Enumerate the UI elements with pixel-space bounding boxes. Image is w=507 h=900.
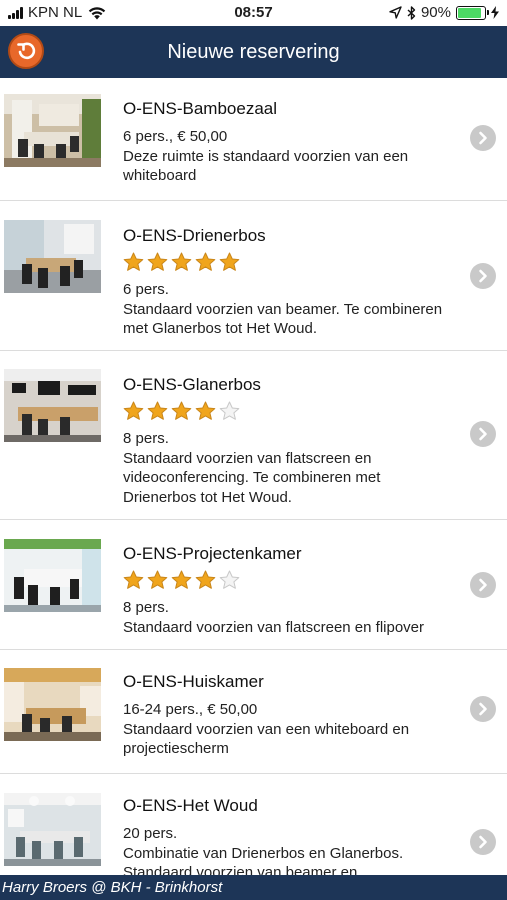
star-filled-icon xyxy=(123,401,144,420)
room-description: Standaard voorzien van beamer. Te combin… xyxy=(123,300,443,338)
room-row-het-woud[interactable]: O-ENS-Het Woud 20 pers. Combinatie van D… xyxy=(0,774,507,875)
star-filled-icon xyxy=(123,252,144,271)
room-description: Standaard voorzien van flatscreen en fli… xyxy=(123,618,425,636)
chevron-right-icon[interactable] xyxy=(470,125,496,151)
room-capacity-price: 20 pers. xyxy=(123,825,178,842)
room-thumbnail xyxy=(4,220,101,293)
room-info: O-ENS-Projectenkamer 8 pers. Standaard v… xyxy=(123,544,455,637)
room-capacity-price: 8 pers. xyxy=(123,599,169,616)
status-bar: KPN NL 08:57 90% xyxy=(0,0,507,26)
room-list[interactable]: O-ENS-Bamboezaal 6 pers., € 50,00 Deze r… xyxy=(0,78,507,875)
room-capacity-price: 6 pers. xyxy=(123,281,169,298)
room-thumbnail xyxy=(4,668,101,741)
star-filled-icon xyxy=(123,570,144,589)
star-filled-icon xyxy=(195,252,216,271)
room-capacity-price: 6 pers., € 50,00 xyxy=(123,128,228,145)
star-filled-icon xyxy=(147,401,168,420)
room-thumbnail xyxy=(4,539,101,612)
room-name: O-ENS-Projectenkamer xyxy=(123,544,302,563)
room-thumbnail xyxy=(4,369,101,442)
room-thumbnail xyxy=(4,793,101,866)
bluetooth-icon xyxy=(407,5,416,20)
room-capacity-price: 16-24 pers., € 50,00 xyxy=(123,701,258,718)
star-filled-icon xyxy=(195,401,216,420)
room-info: O-ENS-Glanerbos 8 pers. Standaard voorzi… xyxy=(123,375,455,507)
footer-user-bar: Harry Broers @ BKH - Brinkhorst xyxy=(0,875,507,900)
chevron-right-icon[interactable] xyxy=(470,696,496,722)
star-filled-icon xyxy=(147,570,168,589)
star-rating xyxy=(123,252,455,272)
navigation-bar: Nieuwe reservering xyxy=(0,26,507,78)
charging-bolt-icon xyxy=(491,6,499,19)
room-name: O-ENS-Glanerbos xyxy=(123,375,261,394)
star-filled-icon xyxy=(171,570,192,589)
star-rating xyxy=(123,570,455,590)
room-description: Combinatie van Drienerbos en Glanerbos. … xyxy=(123,844,404,876)
page-title: Nieuwe reservering xyxy=(167,41,340,63)
room-row-bamboezaal[interactable]: O-ENS-Bamboezaal 6 pers., € 50,00 Deze r… xyxy=(0,78,507,201)
room-row-glanerbos[interactable]: O-ENS-Glanerbos 8 pers. Standaard voorzi… xyxy=(0,351,507,520)
room-description: Deze ruimte is standaard voorzien van ee… xyxy=(123,147,409,185)
room-name: O-ENS-Bamboezaal xyxy=(123,99,278,118)
footer-user-text: Harry Broers @ BKH - Brinkhorst xyxy=(2,879,223,896)
room-info: O-ENS-Bamboezaal 6 pers., € 50,00 Deze r… xyxy=(123,99,455,186)
room-info: O-ENS-Het Woud 20 pers. Combinatie van D… xyxy=(123,796,455,875)
room-name: O-ENS-Drienerbos xyxy=(123,226,266,245)
room-name: O-ENS-Het Woud xyxy=(123,796,258,815)
battery-percent: 90% xyxy=(420,4,451,21)
room-description: Standaard voorzien van een whiteboard en… xyxy=(123,720,410,758)
room-name: O-ENS-Huiskamer xyxy=(123,672,264,691)
location-arrow-icon xyxy=(389,6,402,19)
star-empty-icon xyxy=(219,401,240,420)
chevron-right-icon[interactable] xyxy=(470,572,496,598)
star-filled-icon xyxy=(171,252,192,271)
star-rating xyxy=(123,401,455,421)
room-capacity-price: 8 pers. xyxy=(123,430,169,447)
room-row-drienerbos[interactable]: O-ENS-Drienerbos 6 pers. Standaard voorz… xyxy=(0,201,507,351)
star-empty-icon xyxy=(219,570,240,589)
room-description: Standaard voorzien van flatscreen en vid… xyxy=(123,449,381,506)
room-info: O-ENS-Drienerbos 6 pers. Standaard voorz… xyxy=(123,226,455,339)
star-filled-icon xyxy=(171,401,192,420)
status-right: 90% xyxy=(389,4,499,21)
chevron-right-icon[interactable] xyxy=(470,263,496,289)
room-thumbnail xyxy=(4,94,101,167)
chevron-right-icon[interactable] xyxy=(470,421,496,447)
battery-icon xyxy=(456,5,489,20)
star-filled-icon xyxy=(147,252,168,271)
room-row-huiskamer[interactable]: O-ENS-Huiskamer 16-24 pers., € 50,00 Sta… xyxy=(0,650,507,774)
room-row-projectenkamer[interactable]: O-ENS-Projectenkamer 8 pers. Standaard v… xyxy=(0,520,507,650)
chevron-right-icon[interactable] xyxy=(470,829,496,855)
battery-level-fill xyxy=(458,7,482,18)
star-filled-icon xyxy=(195,570,216,589)
star-filled-icon xyxy=(219,252,240,271)
room-info: O-ENS-Huiskamer 16-24 pers., € 50,00 Sta… xyxy=(123,672,455,759)
